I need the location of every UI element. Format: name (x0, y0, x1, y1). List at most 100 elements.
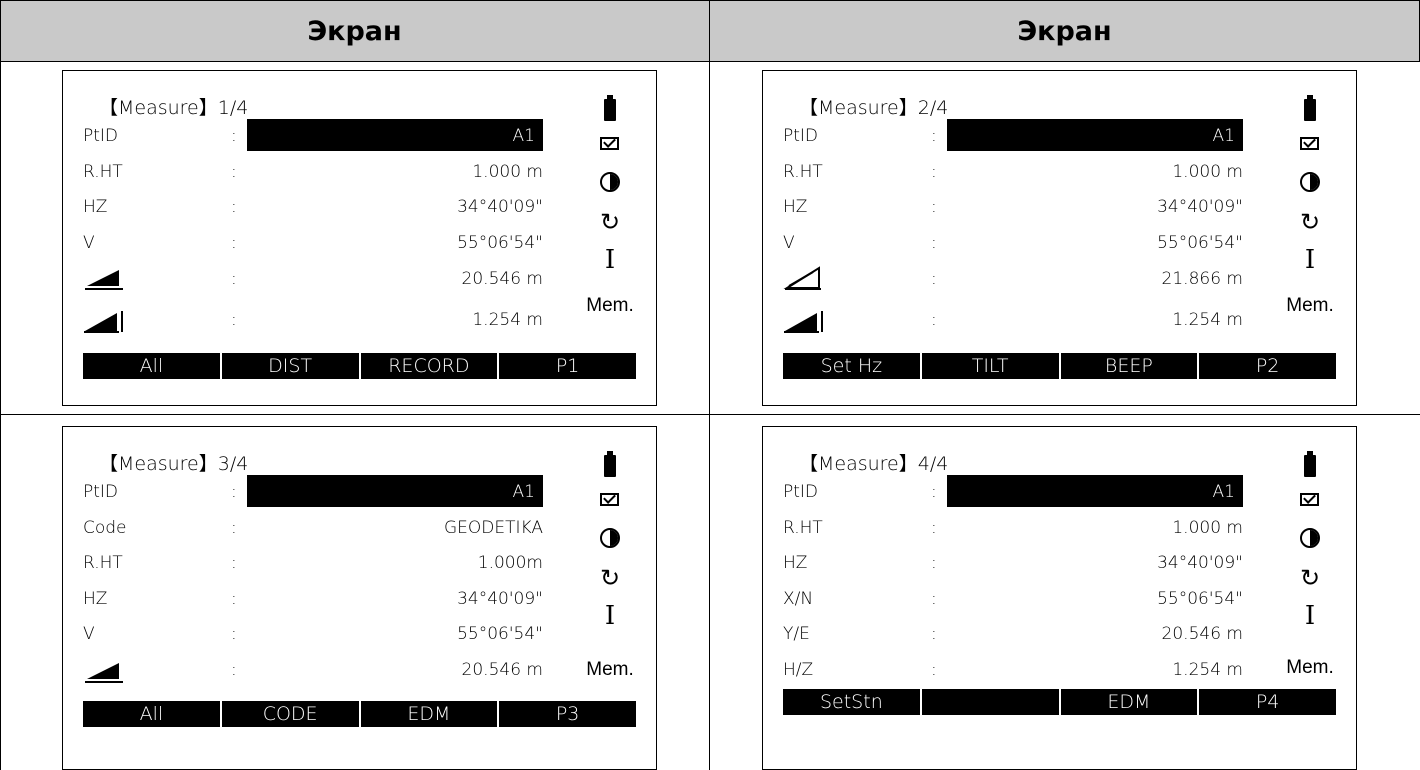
row-label: R.HT (783, 518, 823, 538)
row-divider (0, 414, 1420, 415)
measure-row: V: 55°06'54" (783, 230, 1243, 260)
mail-icon (1300, 493, 1319, 506)
row-label: HZ (783, 553, 808, 573)
row-label: HZ (83, 197, 108, 217)
row-value: 20.546 m (461, 660, 543, 680)
measure-row: HZ: 34°40'09" (783, 194, 1243, 224)
row-colon: : (231, 310, 237, 330)
refresh-icon: ↻ (599, 208, 621, 236)
row-value: 55°06'54" (1157, 233, 1243, 253)
softkey-1[interactable]: All (83, 701, 222, 727)
row-value: 1.254 m (1172, 660, 1243, 680)
measure-row: R.HT: 1.000 m (783, 515, 1243, 545)
softkey-1[interactable]: All (83, 353, 222, 379)
table-border-top (0, 0, 1420, 1)
row-value: A1 (512, 126, 535, 146)
row-colon: : (231, 518, 237, 538)
measure-row: : 20.546 m (83, 266, 543, 296)
column-divider (709, 0, 710, 770)
row-colon: : (931, 553, 937, 573)
measure-row: : 1.254 m (783, 307, 1243, 337)
row-value: 34°40'09" (457, 589, 543, 609)
refresh-icon: ↻ (1299, 208, 1321, 236)
row-label: Y/E (783, 624, 810, 644)
measure-row: HZ: 34°40'09" (783, 550, 1243, 580)
measure-row: PtID: A1 (783, 475, 1243, 509)
row-colon: : (931, 518, 937, 538)
horizontal-distance-icon (83, 657, 127, 683)
row-value: 1.254 m (472, 310, 543, 330)
contrast-icon (600, 528, 620, 548)
softkey-4[interactable]: P3 (499, 701, 636, 727)
row-colon: : (931, 660, 937, 680)
mail-icon (1300, 137, 1319, 150)
row-colon: : (231, 482, 237, 502)
row-value: 1.000m (477, 553, 543, 573)
ibeam-icon: I (604, 245, 616, 275)
battery-icon (604, 451, 616, 477)
mail-icon (600, 493, 619, 506)
row-value: 1.254 m (1172, 310, 1243, 330)
row-value: 20.546 m (1161, 624, 1243, 644)
measure-row: H/Z: 1.254 m (783, 657, 1243, 687)
row-label: PtID (783, 482, 819, 502)
row-colon: : (231, 162, 237, 182)
column-header-left: Экран (0, 0, 709, 62)
instrument-screen-2: 【Measure】2/4 PtID: A1 R.HT: 1.000 m HZ: 34°40'… (762, 70, 1357, 406)
row-colon: : (231, 269, 237, 289)
battery-icon (1304, 451, 1316, 477)
row-label: X/N (783, 589, 814, 609)
softkey-2[interactable]: TILT (922, 353, 1061, 379)
softkey-1[interactable]: SetStn (783, 689, 922, 715)
contrast-icon (1300, 172, 1320, 192)
softkey-2[interactable]: DIST (222, 353, 361, 379)
slope-distance-icon (783, 264, 823, 290)
measure-row: PtID: A1 (83, 475, 543, 509)
row-label: V (83, 233, 95, 253)
ibeam-icon: I (1304, 601, 1316, 631)
row-colon: : (931, 310, 937, 330)
measure-row: V: 55°06'54" (83, 230, 543, 260)
screen-title: 【Measure】2/4 (799, 97, 949, 119)
row-label: PtID (783, 126, 819, 146)
row-value: 55°06'54" (457, 624, 543, 644)
measure-row: PtID: A1 (83, 119, 543, 153)
row-value: 20.546 m (461, 269, 543, 289)
row-label: Code (83, 518, 127, 538)
softkey-3[interactable]: EDM (361, 701, 500, 727)
softkey-2[interactable] (922, 689, 1061, 715)
row-colon: : (931, 126, 937, 146)
ptid-field[interactable]: A1 (947, 119, 1243, 151)
softkey-4[interactable]: P2 (1199, 353, 1336, 379)
row-colon: : (231, 126, 237, 146)
softkey-1[interactable]: Set Hz (783, 353, 922, 379)
mail-icon (600, 137, 619, 150)
row-value: 34°40'09" (1157, 197, 1243, 217)
refresh-icon: ↻ (599, 564, 621, 592)
softkey-2[interactable]: CODE (222, 701, 361, 727)
row-value: A1 (1212, 126, 1235, 146)
softkey-3[interactable]: EDM (1061, 689, 1200, 715)
ibeam-icon: I (1304, 245, 1316, 275)
measure-row: R.HT: 1.000 m (783, 159, 1243, 189)
row-value: 34°40'09" (1157, 553, 1243, 573)
measure-row: Y/E: 20.546 m (783, 621, 1243, 651)
row-label: V (83, 624, 95, 644)
row-label: R.HT (783, 162, 823, 182)
row-label: PtID (83, 482, 119, 502)
ptid-field[interactable]: A1 (247, 119, 543, 151)
softkey-4[interactable]: P4 (1199, 689, 1336, 715)
measure-row: R.HT: 1.000 m (83, 159, 543, 189)
row-label: R.HT (83, 553, 123, 573)
ptid-field[interactable]: A1 (247, 475, 543, 507)
softkey-bar: SetStn EDM P4 (783, 689, 1336, 715)
height-difference-icon (783, 307, 827, 333)
softkey-3[interactable]: BEEP (1061, 353, 1200, 379)
horizontal-distance-icon (83, 264, 127, 290)
ptid-field[interactable]: A1 (947, 475, 1243, 507)
row-label: H/Z (783, 660, 814, 680)
softkey-3[interactable]: RECORD (361, 353, 500, 379)
softkey-4[interactable]: P1 (499, 353, 636, 379)
row-colon: : (231, 660, 237, 680)
row-colon: : (231, 233, 237, 253)
